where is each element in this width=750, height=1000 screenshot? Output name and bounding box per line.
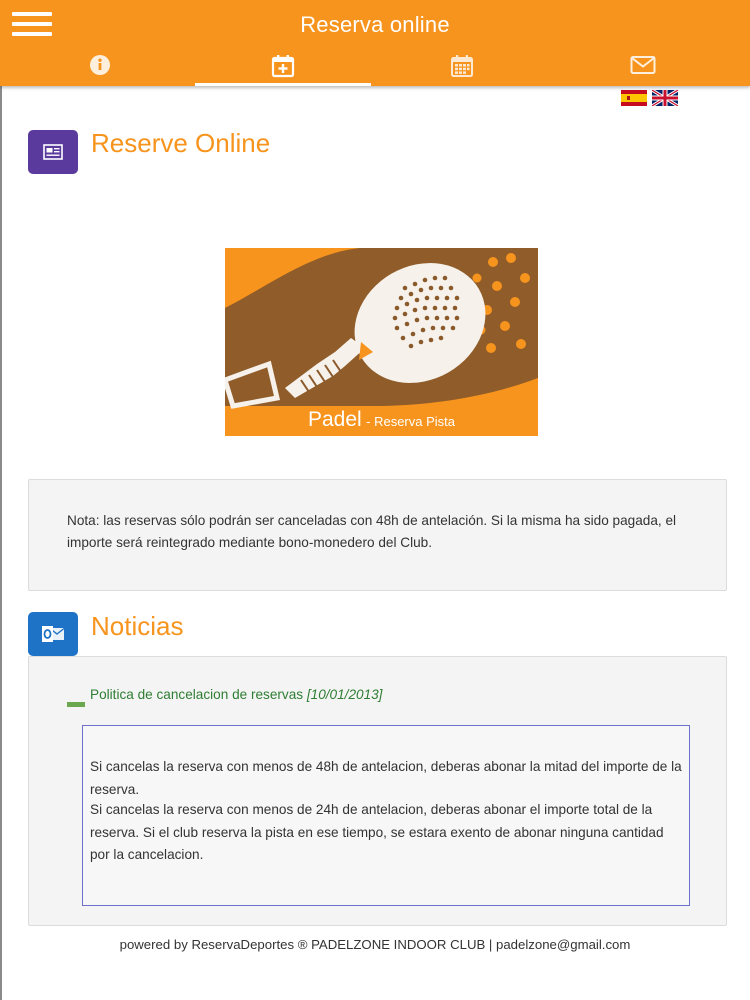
padel-banner[interactable]: Padel - Reserva Pista	[225, 248, 538, 436]
calendar-icon	[451, 55, 473, 77]
outlook-icon	[42, 626, 65, 642]
banner-title: Padel	[307, 408, 362, 431]
envelope-icon	[630, 56, 656, 74]
news-section-icon-box	[28, 612, 78, 656]
uk-flag-icon	[652, 90, 678, 106]
page-title: Reserva online	[300, 12, 450, 37]
banner-subtitle: - Reserva Pista	[366, 414, 456, 429]
calendar-plus-icon	[271, 55, 295, 78]
tab-calendar[interactable]	[374, 50, 550, 86]
app-header: Reserva online	[0, 0, 750, 86]
news-paragraph: Si cancelas la reserva con menos de 48h …	[90, 759, 682, 797]
active-tab-indicator	[195, 83, 371, 86]
news-date: [10/01/2013]	[306, 687, 383, 702]
spain-flag-icon	[621, 90, 647, 106]
language-es-button[interactable]	[621, 90, 647, 106]
footer: powered by ReservaDeportes ® PADELZONE I…	[119, 937, 631, 952]
news-paragraph: Si cancelas la reserva con menos de 24h …	[90, 802, 664, 862]
collapse-toggle-icon[interactable]	[67, 702, 85, 707]
tab-booking[interactable]	[195, 50, 371, 86]
note-box: Nota: las reservas sólo podrán ser cance…	[28, 479, 727, 591]
language-en-button[interactable]	[652, 90, 678, 106]
tab-contact[interactable]	[555, 50, 731, 86]
page-left-edge	[0, 86, 2, 1000]
news-section-title: Noticias	[91, 611, 184, 641]
tab-bar	[0, 50, 750, 86]
news-box: Politica de cancelacion de reservas [10/…	[28, 656, 727, 926]
newspaper-icon	[43, 144, 63, 160]
news-body: Si cancelas la reserva con menos de 48h …	[82, 725, 690, 906]
news-headline-link[interactable]: Politica de cancelacion de reservas [10/…	[90, 687, 382, 702]
booking-section-icon-box	[28, 130, 78, 174]
booking-section-title: Reserve Online	[91, 128, 271, 158]
news-headline-text: Politica de cancelacion de reservas	[90, 687, 304, 702]
tab-info[interactable]	[12, 50, 188, 86]
info-icon	[90, 55, 110, 75]
note-text: Nota: las reservas sólo podrán ser cance…	[67, 513, 677, 550]
